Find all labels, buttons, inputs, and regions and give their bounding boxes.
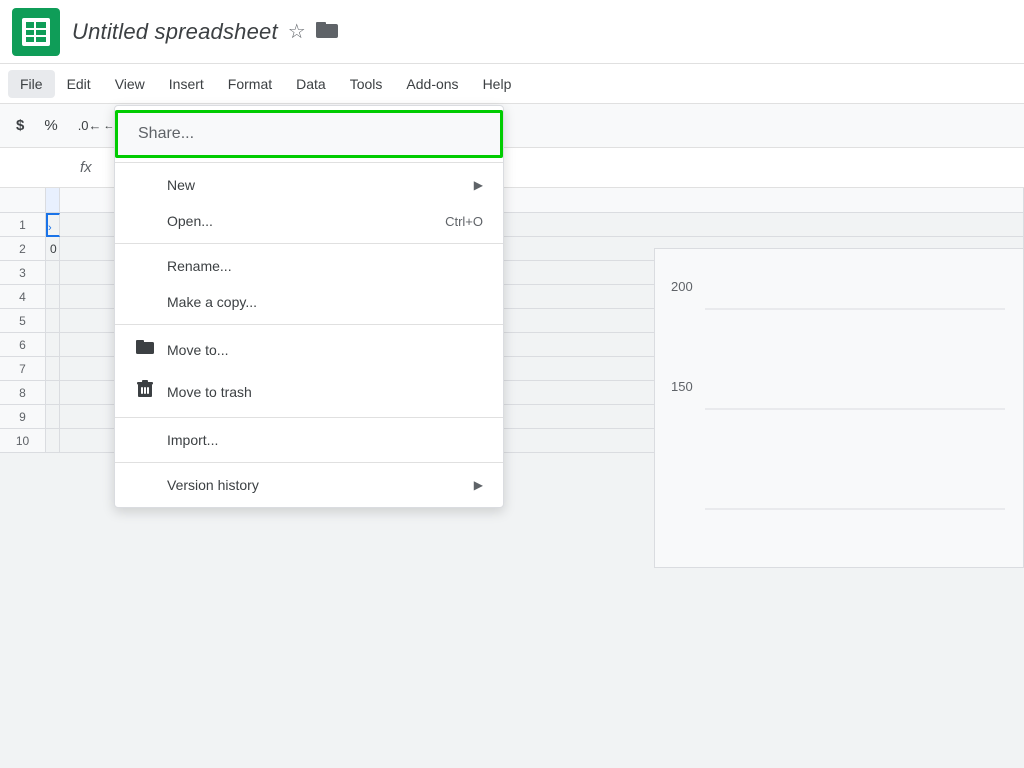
row-num-5: 5 (0, 309, 46, 333)
cell-b8[interactable] (46, 381, 60, 405)
fx-label: fx (80, 159, 92, 176)
open-shortcut: Ctrl+O (445, 214, 483, 229)
row-num-2: 2 (0, 237, 46, 261)
dropdown-divider-3 (115, 324, 503, 325)
menu-item-data[interactable]: Data (284, 70, 338, 98)
cell-b5[interactable] (46, 309, 60, 333)
menu-bar: File Edit View Insert Format Data Tools … (0, 64, 1024, 104)
top-bar: Untitled spreadsheet ☆ (0, 0, 1024, 64)
dropdown-divider-5 (115, 462, 503, 463)
import-label: Import... (167, 432, 218, 448)
make-copy-menu-item[interactable]: Make a copy... (147, 284, 503, 320)
cell-b4[interactable] (46, 285, 60, 309)
trash-menu-icon (135, 380, 155, 403)
chart-overlay: 200 150 (654, 248, 1024, 568)
menu-item-format[interactable]: Format (216, 70, 284, 98)
cell-b10[interactable] (46, 429, 60, 453)
cell-b9[interactable] (46, 405, 60, 429)
row-num-6: 6 (0, 333, 46, 357)
row-column-corner (0, 188, 46, 212)
cell-a1-partial[interactable]: › (46, 213, 60, 237)
make-copy-label: Make a copy... (167, 294, 257, 310)
row-num-4: 4 (0, 285, 46, 309)
cell-b7[interactable] (46, 357, 60, 381)
new-label: New (167, 177, 195, 193)
dropdown-divider-2 (115, 243, 503, 244)
open-label: Open... (167, 213, 213, 229)
cell-e1[interactable] (460, 213, 1024, 237)
app-logo (12, 8, 60, 56)
menu-item-addons[interactable]: Add-ons (394, 70, 470, 98)
menu-item-file[interactable]: File (8, 70, 55, 98)
rename-label: Rename... (167, 258, 232, 274)
row-num-7: 7 (0, 357, 46, 381)
row-num-3: 3 (0, 261, 46, 285)
import-menu-item[interactable]: Import... (147, 422, 503, 458)
menu-item-edit[interactable]: Edit (55, 70, 103, 98)
rename-menu-item[interactable]: Rename... (147, 248, 503, 284)
menu-item-help[interactable]: Help (471, 70, 524, 98)
folder-menu-icon (135, 339, 155, 360)
chart-y-label-200: 200 (671, 279, 693, 294)
menu-item-insert[interactable]: Insert (157, 70, 216, 98)
menu-item-tools[interactable]: Tools (338, 70, 395, 98)
open-menu-item[interactable]: Open... Ctrl+O (147, 203, 503, 239)
share-label: Share... (138, 125, 194, 143)
folder-icon (316, 20, 338, 43)
document-title: Untitled spreadsheet (72, 19, 278, 45)
percent-format-button[interactable]: % (36, 113, 65, 138)
star-icon[interactable]: ☆ (288, 19, 306, 44)
row-num-10: 10 (0, 429, 46, 453)
row-num-8: 8 (0, 381, 46, 405)
dropdown-divider-4 (115, 417, 503, 418)
version-history-menu-item[interactable]: Version history ▶ (147, 467, 503, 503)
submenu-arrow-version: ▶ (474, 478, 483, 492)
cell-b2[interactable]: 0 (46, 237, 60, 261)
move-to-menu-item[interactable]: Move to... (115, 329, 503, 370)
col-header-e (460, 188, 1024, 212)
cell-b3[interactable] (46, 261, 60, 285)
move-to-trash-menu-item[interactable]: Move to trash (115, 370, 503, 413)
row-num-1: 1 (0, 213, 46, 237)
cell-b6[interactable] (46, 333, 60, 357)
submenu-arrow-new: ▶ (474, 178, 483, 192)
move-to-label: Move to... (167, 342, 228, 358)
share-menu-item[interactable]: Share... (115, 110, 503, 158)
row-numbers-column: 1 2 3 4 5 6 7 8 9 10 (0, 213, 46, 453)
version-history-label: Version history (167, 477, 259, 493)
chart-y-label-150: 150 (671, 379, 693, 394)
new-menu-item[interactable]: New ▶ (147, 167, 503, 203)
move-to-trash-label: Move to trash (167, 384, 252, 400)
dropdown-divider-1 (115, 162, 503, 163)
currency-format-button[interactable]: $ (8, 113, 32, 138)
row-num-9: 9 (0, 405, 46, 429)
col-header-a-partial (46, 188, 60, 212)
file-dropdown-menu: Share... New ▶ Open... Ctrl+O Rename... … (114, 105, 504, 508)
menu-item-view[interactable]: View (103, 70, 157, 98)
